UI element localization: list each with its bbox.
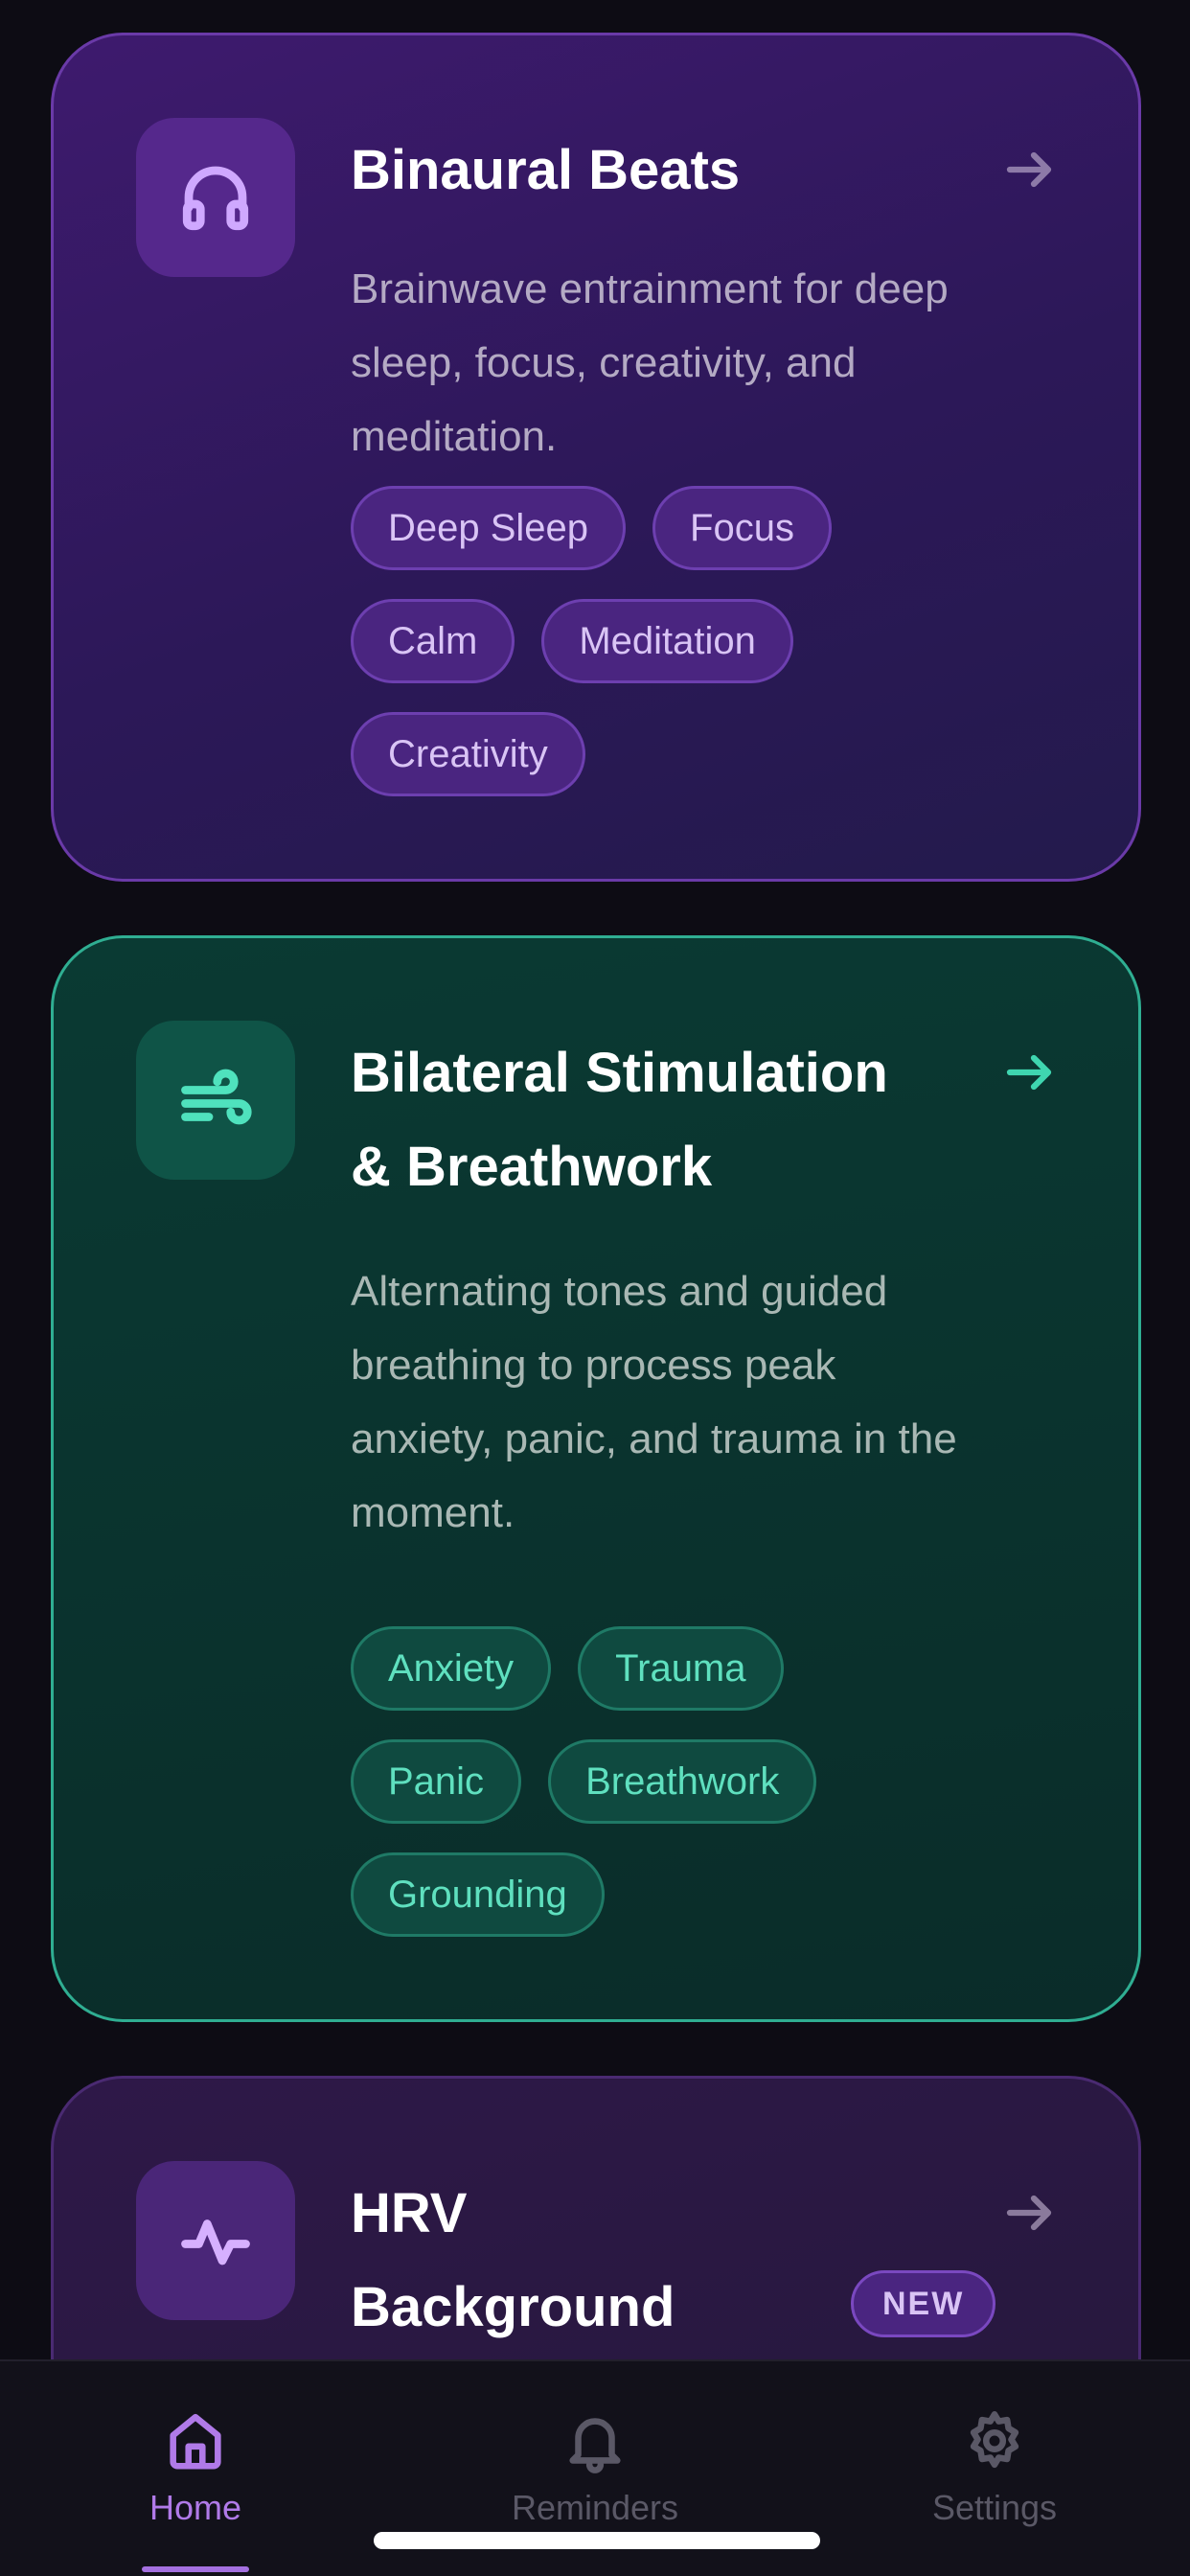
tag-grounding[interactable]: Grounding bbox=[351, 1852, 605, 1937]
card-title-line-1: Bilateral Stimulation bbox=[351, 1042, 888, 1104]
arrow-right-icon[interactable] bbox=[1000, 1044, 1058, 1101]
tag-creativity[interactable]: Creativity bbox=[351, 712, 585, 796]
tag-calm[interactable]: Calm bbox=[351, 599, 515, 683]
tab-label: Reminders bbox=[511, 2488, 679, 2527]
gear-icon bbox=[970, 2411, 1019, 2469]
card-title: Bilateral Stimulation & Breathwork bbox=[351, 1026, 1002, 1214]
tag-anxiety[interactable]: Anxiety bbox=[351, 1626, 552, 1711]
tab-home[interactable]: Home bbox=[52, 2361, 339, 2576]
tag-focus[interactable]: Focus bbox=[652, 486, 832, 570]
tag-panic[interactable]: Panic bbox=[351, 1739, 522, 1824]
tag-breathwork[interactable]: Breathwork bbox=[548, 1739, 817, 1824]
home-indicator bbox=[374, 2532, 820, 2549]
tag-trauma[interactable]: Trauma bbox=[578, 1626, 784, 1711]
tab-label: Settings bbox=[931, 2488, 1058, 2527]
card-description: Brainwave entrainment for deep sleep, fo… bbox=[351, 265, 949, 460]
card-title-line-2: & Breathwork bbox=[351, 1136, 713, 1198]
tag-meditation[interactable]: Meditation bbox=[541, 599, 793, 683]
card-title-line-1: HRV bbox=[351, 2182, 468, 2244]
hrv-icon-tile bbox=[136, 2161, 295, 2320]
headphones-icon bbox=[182, 166, 249, 231]
active-tab-indicator bbox=[142, 2566, 249, 2572]
binaural-beats-card[interactable]: Binaural Beats Brainwave entrainment for… bbox=[51, 33, 1141, 882]
pulse-icon bbox=[181, 2220, 250, 2266]
arrow-right-icon[interactable] bbox=[1000, 141, 1058, 198]
new-badge: NEW bbox=[851, 2270, 996, 2337]
bell-icon bbox=[569, 2418, 621, 2473]
home-icon bbox=[170, 2413, 221, 2470]
tag-list: Anxiety Trauma Panic Breathwork Groundin… bbox=[351, 1626, 964, 1937]
binaural-icon-tile bbox=[136, 118, 295, 277]
tab-settings[interactable]: Settings bbox=[851, 2361, 1138, 2576]
tag-deep-sleep[interactable]: Deep Sleep bbox=[351, 486, 627, 570]
tab-label: Home bbox=[149, 2488, 242, 2527]
bilateral-icon-tile bbox=[136, 1021, 295, 1180]
card-title: Binaural Beats bbox=[351, 139, 741, 201]
arrow-right-icon[interactable] bbox=[1000, 2184, 1058, 2242]
bilateral-stimulation-card[interactable]: Bilateral Stimulation & Breathwork Alter… bbox=[51, 935, 1141, 2022]
wind-icon bbox=[181, 1069, 252, 1125]
card-description: Alternating tones and guided breathing t… bbox=[351, 1268, 957, 1536]
tag-list: Deep Sleep Focus Calm Meditation Creativ… bbox=[351, 486, 964, 796]
